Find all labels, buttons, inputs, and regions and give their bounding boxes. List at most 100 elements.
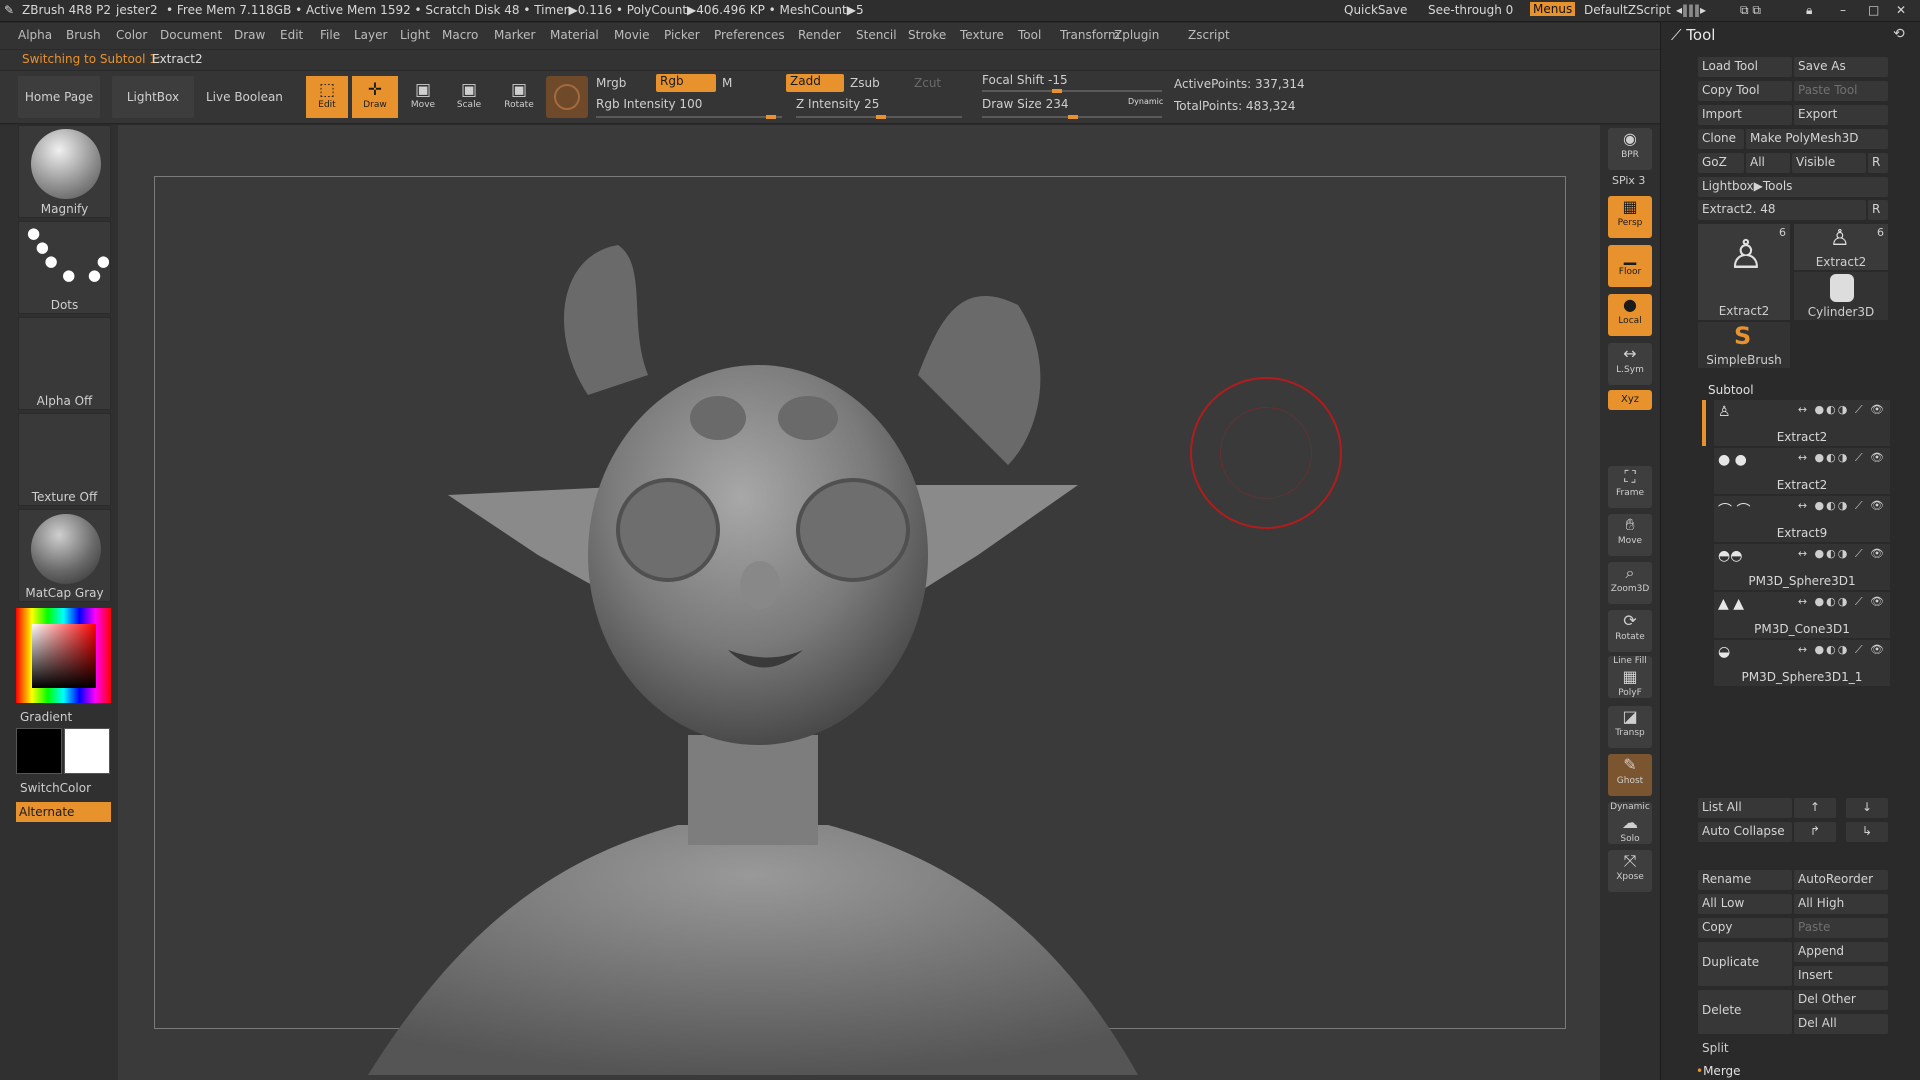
alternate-toggle[interactable]: Alternate: [16, 802, 111, 822]
quicksave-button[interactable]: QuickSave: [1344, 3, 1407, 17]
subtool-header[interactable]: Subtool: [1708, 383, 1754, 397]
zsub-toggle[interactable]: Zsub: [850, 76, 910, 90]
menu-zscript[interactable]: Zscript: [1188, 28, 1230, 42]
menu-zplugin[interactable]: Zplugin: [1114, 28, 1159, 42]
zoom3d-button[interactable]: ⌕ Zoom3D: [1608, 562, 1652, 604]
eye-icon[interactable]: ↔ ●◐◑ ⟋ 👁︎: [1798, 595, 1886, 609]
color-square[interactable]: [32, 624, 96, 688]
tool-thumb-extract2[interactable]: ♙ 6 Extract2: [1698, 224, 1790, 320]
del-all-button[interactable]: Del All: [1794, 1014, 1888, 1034]
current-tool-r-button[interactable]: R: [1868, 200, 1888, 220]
menu-material[interactable]: Material: [550, 28, 599, 42]
zadd-toggle[interactable]: Zadd: [786, 74, 844, 92]
menu-alpha[interactable]: Alpha: [18, 28, 52, 42]
menu-transform[interactable]: Transform: [1060, 28, 1120, 42]
redo-icon[interactable]: ↱: [1794, 822, 1836, 842]
spix-slider[interactable]: SPix 3: [1612, 174, 1645, 187]
auto-collapse-button[interactable]: Auto Collapse: [1698, 822, 1792, 842]
menu-stroke[interactable]: Stroke: [908, 28, 946, 42]
home-page-button[interactable]: Home Page: [18, 76, 100, 118]
minimize-icon[interactable]: –: [1840, 3, 1846, 17]
rotate-view-button[interactable]: ⟳ Rotate: [1608, 610, 1652, 652]
lightbox-tools-button[interactable]: Lightbox▶Tools: [1698, 177, 1888, 197]
eye-icon[interactable]: ↔ ●◐◑ ⟋ 👁︎: [1798, 451, 1886, 465]
transp-button[interactable]: ◪ Transp: [1608, 706, 1652, 748]
seethrough-slider[interactable]: See-through 0: [1428, 3, 1513, 17]
menu-edit[interactable]: Edit: [280, 28, 303, 42]
solo-button[interactable]: Dynamic ☁ Solo: [1608, 802, 1652, 844]
goz-r-button[interactable]: R: [1868, 153, 1888, 173]
enter-icon[interactable]: ↳: [1846, 822, 1888, 842]
default-zscript-button[interactable]: DefaultZScript: [1584, 3, 1671, 17]
material-swatch[interactable]: [546, 76, 588, 118]
move-down-icon[interactable]: ↓: [1846, 798, 1888, 818]
material-slot[interactable]: MatCap Gray: [18, 509, 111, 602]
make-polymesh-button[interactable]: Make PolyMesh3D: [1746, 129, 1888, 149]
slider-knob[interactable]: [1068, 115, 1078, 119]
lightbox-button[interactable]: LightBox: [112, 76, 194, 118]
scale-tool-button[interactable]: ▣ Scale: [448, 76, 490, 118]
focal-shift-slider[interactable]: [982, 89, 1162, 93]
append-button[interactable]: Append: [1794, 942, 1888, 962]
lock-icon[interactable]: 🔒︎: [1806, 3, 1812, 18]
menu-preferences[interactable]: Preferences: [714, 28, 785, 42]
goz-button[interactable]: GoZ: [1698, 153, 1744, 173]
list-all-button[interactable]: List All: [1698, 798, 1792, 818]
subtool-row[interactable]: ⌒ ⌒ ↔ ●◐◑ ⟋ 👁︎ Extract9: [1714, 496, 1890, 542]
brush-slot[interactable]: Magnify: [18, 125, 111, 218]
m-toggle[interactable]: M: [722, 76, 772, 94]
window-icon[interactable]: ⧉ ⧉: [1740, 3, 1761, 18]
all-low-button[interactable]: All Low: [1698, 894, 1792, 914]
paste-subtool-button[interactable]: Paste: [1794, 918, 1888, 938]
move-tool-button[interactable]: ▣ Move: [402, 76, 444, 118]
menu-render[interactable]: Render: [798, 28, 841, 42]
autoreorder-button[interactable]: AutoReorder: [1794, 870, 1888, 890]
panel-reset-icon[interactable]: ⟲: [1893, 26, 1905, 42]
menu-movie[interactable]: Movie: [614, 28, 650, 42]
layout-icon[interactable]: ◂‖‖‖▸: [1676, 3, 1706, 17]
draw-size-slider[interactable]: [982, 115, 1162, 119]
texture-slot[interactable]: Texture Off: [18, 413, 111, 506]
menu-brush[interactable]: Brush: [66, 28, 101, 42]
eye-icon[interactable]: ↔ ●◐◑ ⟋ 👁︎: [1798, 499, 1886, 513]
insert-button[interactable]: Insert: [1794, 966, 1888, 986]
menu-file[interactable]: File: [320, 28, 340, 42]
delete-button[interactable]: Delete: [1698, 990, 1792, 1034]
menu-document[interactable]: Document: [160, 28, 222, 42]
frame-button[interactable]: ⛶ Frame: [1608, 466, 1652, 508]
menu-stencil[interactable]: Stencil: [856, 28, 897, 42]
menu-light[interactable]: Light: [400, 28, 430, 42]
export-button[interactable]: Export: [1794, 105, 1888, 125]
menu-layer[interactable]: Layer: [354, 28, 387, 42]
del-other-button[interactable]: Del Other: [1794, 990, 1888, 1010]
move-view-button[interactable]: ✋︎ Move: [1608, 514, 1652, 556]
goz-visible-button[interactable]: Visible: [1792, 153, 1866, 173]
xyz-button[interactable]: Xyz: [1608, 390, 1652, 410]
clone-button[interactable]: Clone: [1698, 129, 1744, 149]
copy-subtool-button[interactable]: Copy: [1698, 918, 1792, 938]
paste-tool-button[interactable]: Paste Tool: [1794, 81, 1888, 101]
rgb-intensity-slider[interactable]: [596, 115, 782, 119]
split-header[interactable]: Split: [1702, 1041, 1729, 1055]
subtool-row[interactable]: ◒ ↔ ●◐◑ ⟋ 👁︎ PM3D_Sphere3D1_1: [1714, 640, 1890, 686]
bpr-button[interactable]: ◉ BPR: [1608, 128, 1652, 170]
move-up-icon[interactable]: ↑: [1794, 798, 1836, 818]
subtool-row[interactable]: ● ● ↔ ●◐◑ ⟋ 👁︎ Extract2: [1714, 448, 1890, 494]
eye-icon[interactable]: ↔ ●◐◑ ⟋ 👁︎: [1798, 547, 1886, 561]
xpose-button[interactable]: ⤧ Xpose: [1608, 850, 1652, 892]
local-button[interactable]: ● Local: [1608, 294, 1652, 336]
menu-draw[interactable]: Draw: [234, 28, 265, 42]
menu-macro[interactable]: Macro: [442, 28, 478, 42]
maximize-icon[interactable]: □: [1868, 3, 1879, 17]
menu-texture[interactable]: Texture: [960, 28, 1004, 42]
goz-all-button[interactable]: All: [1746, 153, 1790, 173]
canvas-viewport[interactable]: [118, 125, 1610, 1080]
ghost-button[interactable]: ✎ Ghost: [1608, 754, 1652, 796]
persp-button[interactable]: ▦ Persp: [1608, 196, 1652, 238]
menu-tool[interactable]: Tool: [1018, 28, 1041, 42]
rename-button[interactable]: Rename: [1698, 870, 1792, 890]
menu-marker[interactable]: Marker: [494, 28, 535, 42]
linefill-button[interactable]: Line Fill ▦ PolyF: [1608, 656, 1652, 698]
rgb-toggle[interactable]: Rgb: [656, 74, 716, 92]
live-boolean-button[interactable]: Live Boolean: [206, 90, 283, 104]
